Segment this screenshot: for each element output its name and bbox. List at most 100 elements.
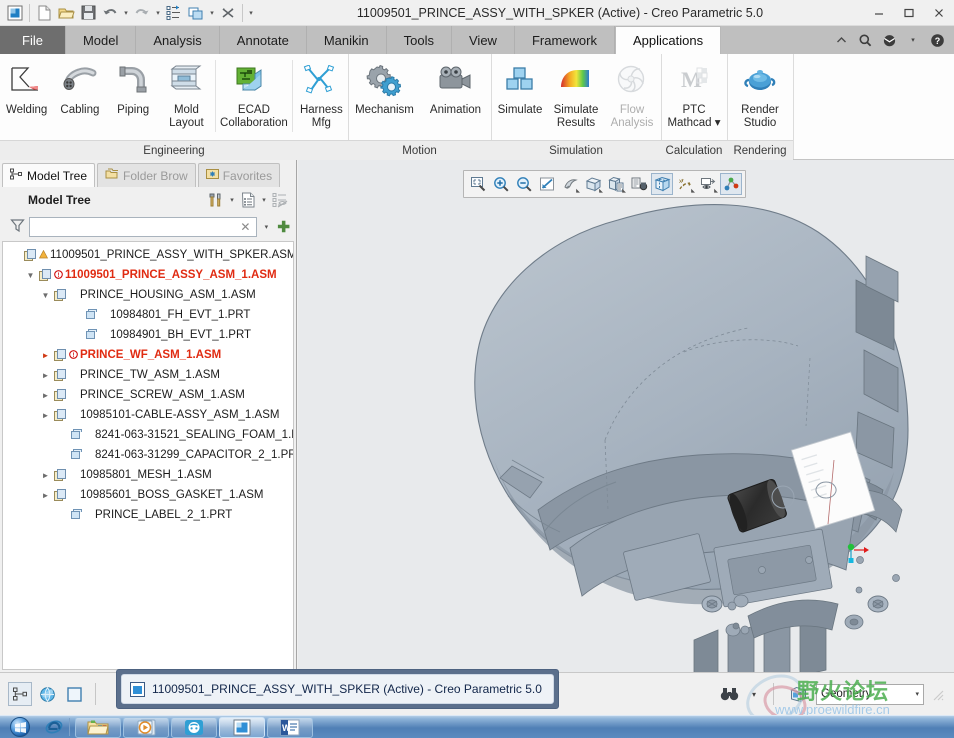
tab-manikin[interactable]: Manikin [307, 26, 387, 54]
tree-expand-arrow-open[interactable]: ▼ [39, 291, 52, 300]
tree-filter-hidden-icon[interactable] [270, 190, 290, 210]
undo-arrow-icon[interactable] [99, 2, 121, 24]
tree-expand-arrow-closed[interactable]: ► [39, 351, 52, 360]
ribbon-button-mechanism[interactable]: Mechanism [349, 60, 420, 117]
taskbar-word-icon[interactable]: W [267, 716, 313, 738]
ribbon-button-cabling[interactable]: Cabling [53, 60, 106, 117]
saved-orientations-icon[interactable]: ◣ [559, 173, 581, 195]
ribbon-button-render-studio[interactable]: Render Studio [728, 60, 792, 130]
taskbar-chat-icon[interactable] [171, 716, 217, 738]
tab-applications[interactable]: Applications [614, 26, 722, 54]
collapse-ribbon-icon[interactable] [830, 27, 852, 53]
tree-row[interactable]: ► 10985101-CABLE-ASSY_ASM_1.ASM [3, 405, 293, 425]
taskbar-media-player-icon[interactable] [123, 716, 169, 738]
ribbon-button-harness-mfg[interactable]: Harness Mfg [295, 60, 348, 130]
ribbon-button-simulate-results[interactable]: Simulate Results [548, 60, 604, 130]
settings-tools-icon[interactable] [206, 190, 226, 210]
perspective-view-icon[interactable]: ◣ [605, 173, 627, 195]
taskbar-explorer-icon[interactable] [75, 716, 121, 738]
tree-expand-arrow-closed[interactable]: ► [39, 471, 52, 480]
tab-view[interactable]: View [452, 26, 515, 54]
filter-caret-icon[interactable]: ▾ [261, 223, 271, 231]
minimize-button[interactable] [864, 0, 894, 26]
search-caret-icon[interactable]: ▾ [747, 682, 761, 706]
scene-icon[interactable] [651, 173, 673, 195]
tree-expand-arrow-open[interactable]: ▼ [24, 271, 37, 280]
annotation-display-icon[interactable]: ◣ [697, 173, 719, 195]
undo-caret-icon[interactable]: ▾ [121, 9, 131, 17]
account-icon[interactable] [878, 27, 900, 53]
selection-filter-dropdown[interactable]: Geometry ▾ [816, 683, 924, 705]
open-folder-icon[interactable] [55, 2, 77, 24]
3d-model-view[interactable] [298, 160, 954, 672]
tree-row[interactable]: PRINCE_LABEL_2_1.PRT [3, 505, 293, 525]
zoom-in-icon[interactable] [490, 173, 512, 195]
ribbon-button-simulate[interactable]: Simulate [492, 60, 548, 117]
model-tree-filter-input[interactable]: ✕ [29, 217, 258, 237]
refit-zoom-icon[interactable] [467, 173, 489, 195]
taskbar-preview-popup[interactable]: 11009501_PRINCE_ASSY_WITH_SPKER (Active)… [116, 669, 559, 709]
tree-row[interactable]: ▼ PRINCE_HOUSING_ASM_1.ASM [3, 285, 293, 305]
search-find-icon[interactable] [717, 682, 741, 706]
internet-explorer-icon[interactable] [43, 717, 65, 737]
tree-row[interactable]: ► 10985801_MESH_1.ASM [3, 465, 293, 485]
tree-row[interactable]: ► 10985601_BOSS_GASKET_1.ASM [3, 485, 293, 505]
tree-expand-arrow-closed[interactable]: ► [39, 491, 52, 500]
spin-center-icon[interactable] [720, 173, 742, 195]
save-disk-icon[interactable] [77, 2, 99, 24]
tab-annotate[interactable]: Annotate [220, 26, 307, 54]
resize-grip[interactable] [930, 687, 944, 701]
add-filter-icon[interactable]: ✚ [275, 218, 292, 236]
close-x-icon[interactable] [217, 2, 239, 24]
model-tree-toggle-icon[interactable] [8, 682, 32, 706]
tree-row[interactable]: 10984801_FH_EVT_1.PRT [3, 305, 293, 325]
tree-row[interactable]: 8241-063-31299_CAPACITOR_2_1.PRT [3, 445, 293, 465]
display-caret-icon[interactable]: ▾ [259, 196, 269, 204]
tab-model[interactable]: Model [66, 26, 137, 54]
zoom-out-icon[interactable] [513, 173, 535, 195]
redo-caret-icon[interactable]: ▾ [153, 9, 163, 17]
perspective-caret-icon[interactable]: ◣ [622, 188, 626, 194]
tree-expand-arrow-closed[interactable]: ► [39, 371, 52, 380]
new-document-icon[interactable] [33, 2, 55, 24]
redo-arrow-icon[interactable] [131, 2, 153, 24]
ribbon-button-welding[interactable]: Welding [0, 60, 53, 117]
datum-caret-icon[interactable]: ◣ [691, 188, 695, 194]
regenerate-icon[interactable] [163, 2, 185, 24]
search-icon[interactable] [854, 27, 876, 53]
display-style-caret-icon[interactable]: ◣ [599, 188, 603, 194]
tree-row[interactable]: ► PRINCE_TW_ASM_1.ASM [3, 365, 293, 385]
search-input[interactable] [34, 221, 239, 233]
tree-row[interactable]: 8241-063-31521_SEALING_FOAM_1.PRT [3, 425, 293, 445]
selection-filter-caret-icon[interactable]: ▾ [915, 690, 919, 698]
tree-row[interactable]: 11009501_PRINCE_ASSY_WITH_SPKER.ASM [3, 245, 293, 265]
ribbon-button-flow-analysis[interactable]: Flow Analysis [604, 60, 660, 130]
settings-caret-icon[interactable]: ▾ [227, 196, 237, 204]
clear-filter-icon[interactable]: ✕ [238, 220, 252, 234]
tab-tools[interactable]: Tools [387, 26, 452, 54]
annotation-caret-icon[interactable]: ◣ [714, 188, 718, 194]
close-button[interactable] [924, 0, 954, 26]
navtab-model-tree[interactable]: Model Tree [2, 163, 96, 187]
taskbar-creo-icon[interactable] [219, 716, 265, 738]
window-icon[interactable] [185, 2, 207, 24]
tree-expand-arrow-closed[interactable]: ► [39, 411, 52, 420]
qat-overflow-caret-icon[interactable]: ▾ [246, 9, 256, 17]
ribbon-button-mold-layout[interactable]: Mold Layout [160, 60, 213, 130]
graphics-window-icon[interactable] [62, 682, 86, 706]
ribbon-button-animation[interactable]: Animation [420, 60, 491, 117]
graphics-window[interactable]: ◣ ◣ ◣ x ◣ ◣ [298, 160, 954, 672]
navtab-folder-browser[interactable]: Folder Brow [97, 163, 196, 187]
creo-app-icon[interactable] [4, 2, 26, 24]
tab-file[interactable]: File [0, 26, 66, 54]
navtab-favorites[interactable]: Favorites [197, 163, 281, 187]
help-icon[interactable]: ? [926, 27, 948, 53]
ribbon-button-ptc-mathcad[interactable]: M PTC Mathcad ▾ [662, 60, 726, 130]
ribbon-button-piping[interactable]: Piping [107, 60, 160, 117]
browser-toggle-icon[interactable] [35, 682, 59, 706]
tree-row[interactable]: ► PRINCE_SCREW_ASM_1.ASM [3, 385, 293, 405]
tree-row[interactable]: ▼! 11009501_PRINCE_ASSY_ASM_1.ASM [3, 265, 293, 285]
tab-analysis[interactable]: Analysis [136, 26, 220, 54]
view-manager-icon[interactable] [628, 173, 650, 195]
display-style-icon[interactable]: ◣ [582, 173, 604, 195]
